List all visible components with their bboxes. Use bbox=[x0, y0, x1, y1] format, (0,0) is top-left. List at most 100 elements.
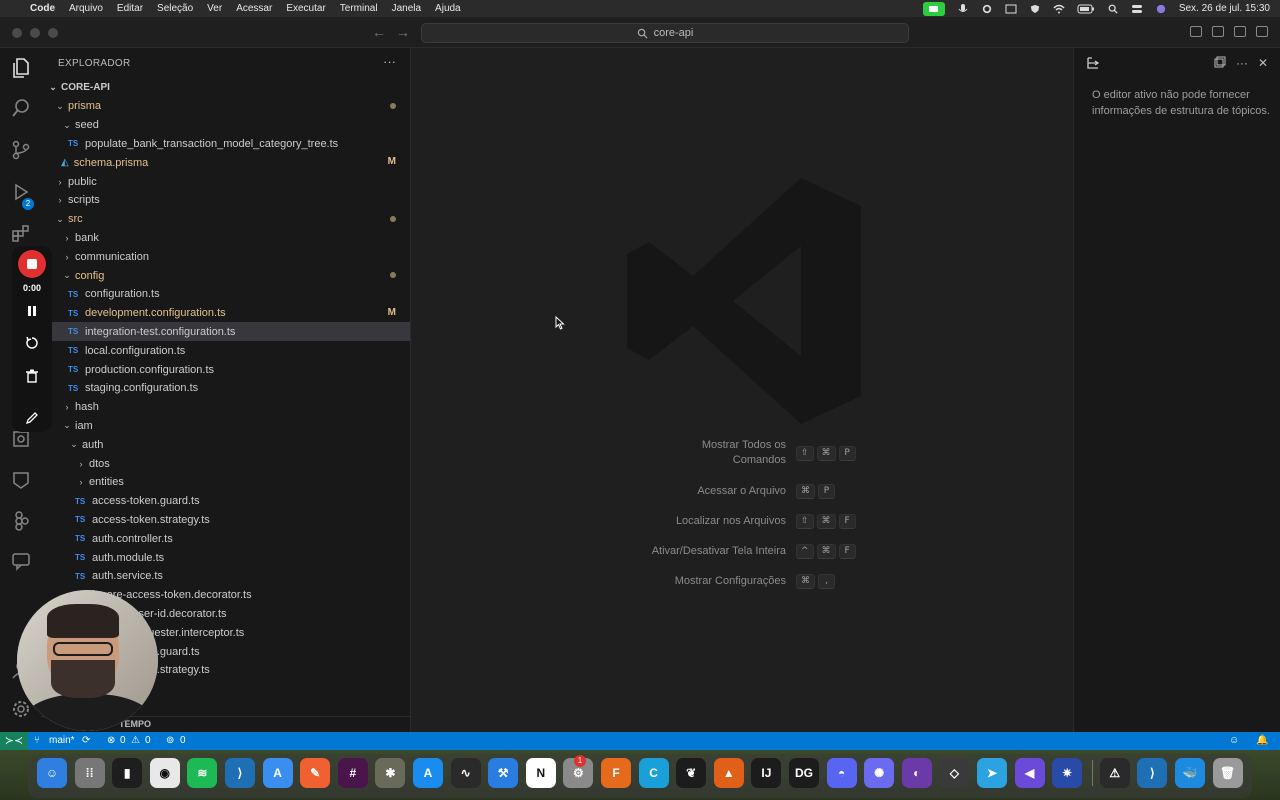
zoom-window-button[interactable] bbox=[48, 28, 58, 38]
tree-file[interactable]: TS production.configuration.ts bbox=[41, 360, 410, 379]
spotify-icon[interactable]: ≋ bbox=[187, 758, 218, 788]
app-flower-icon[interactable]: ✺ bbox=[864, 758, 895, 788]
remote-indicator-icon[interactable]: ≻≺ bbox=[0, 732, 28, 750]
pencil-app-icon[interactable]: ✎ bbox=[300, 758, 331, 788]
tree-file[interactable]: TS development.configuration.ts M bbox=[41, 304, 410, 323]
search-icon[interactable] bbox=[10, 97, 32, 119]
figma-icon[interactable] bbox=[10, 510, 32, 532]
tree-file[interactable]: TS local.configuration.ts bbox=[41, 341, 410, 360]
restart-icon[interactable] bbox=[23, 334, 41, 352]
sync-icon[interactable]: ⟳ bbox=[82, 735, 90, 746]
vscode-2-icon[interactable]: ⟩ bbox=[1137, 758, 1168, 788]
trash-icon[interactable]: 🗑 bbox=[1212, 758, 1243, 788]
warnings-icon[interactable]: ⚠ bbox=[131, 735, 140, 746]
screen-icon[interactable] bbox=[1005, 4, 1017, 14]
tree-file[interactable]: TS access-token.guard.ts bbox=[41, 492, 410, 511]
menu-ajuda[interactable]: Ajuda bbox=[435, 3, 461, 14]
tree-file[interactable]: TS auth.module.ts bbox=[41, 548, 410, 567]
close-window-button[interactable] bbox=[12, 28, 22, 38]
menu-janela[interactable]: Janela bbox=[392, 3, 421, 14]
intellij-icon[interactable]: IJ bbox=[751, 758, 782, 788]
tree-file[interactable]: TS integration-test.configuration.ts bbox=[41, 322, 410, 342]
menu-editar[interactable]: Editar bbox=[117, 3, 143, 14]
pause-icon[interactable] bbox=[23, 302, 41, 320]
menu-acessar[interactable]: Acessar bbox=[236, 3, 272, 14]
siri-icon[interactable] bbox=[1155, 4, 1167, 14]
f360-icon[interactable]: F bbox=[601, 758, 631, 788]
vscode-1-icon[interactable]: ⟩ bbox=[225, 758, 255, 788]
toggle-primary-sidebar-icon[interactable] bbox=[1190, 26, 1202, 37]
close-panel-icon[interactable]: ✕ bbox=[1258, 56, 1268, 70]
toggle-secondary-sidebar-icon[interactable] bbox=[1234, 26, 1246, 37]
menu-terminal[interactable]: Terminal bbox=[340, 3, 378, 14]
tree-folder[interactable]: ⌄ prisma bbox=[41, 97, 410, 116]
app-circle-icon[interactable]: ◐ bbox=[901, 758, 932, 788]
tree-folder[interactable]: › communication bbox=[41, 247, 410, 266]
docker-icon[interactable]: 🐳 bbox=[1175, 758, 1205, 788]
tree-file[interactable]: TS auth.controller.ts bbox=[41, 529, 410, 548]
tree-file[interactable]: TS configuration.ts bbox=[41, 285, 410, 304]
forward-arrow-icon[interactable]: → bbox=[396, 24, 410, 40]
arc-icon[interactable]: A bbox=[262, 758, 293, 788]
menu-arquivo[interactable]: Arquivo bbox=[69, 3, 103, 14]
source-control-icon[interactable] bbox=[10, 139, 32, 161]
matlab-icon[interactable]: ▲ bbox=[713, 758, 744, 788]
tree-folder[interactable]: ⌄ config bbox=[41, 266, 410, 285]
xcode-icon[interactable]: ⚒ bbox=[488, 758, 519, 788]
gear-icon[interactable] bbox=[981, 4, 993, 14]
tree-folder[interactable]: › hash bbox=[41, 398, 410, 417]
wifi-icon[interactable] bbox=[1053, 4, 1065, 14]
slack-icon[interactable]: # bbox=[337, 758, 368, 788]
branch-name[interactable]: main* bbox=[49, 735, 75, 746]
facetime-icon[interactable] bbox=[922, 1, 945, 16]
search-icon[interactable] bbox=[1107, 4, 1119, 14]
menu-app-name[interactable]: Code bbox=[30, 3, 55, 14]
outline-icon[interactable] bbox=[1086, 56, 1100, 70]
tree-file[interactable]: TS access-token.strategy.ts bbox=[41, 510, 410, 529]
console-icon[interactable]: ⚠ bbox=[1099, 758, 1130, 788]
app-hex-icon[interactable]: ✷ bbox=[1052, 758, 1083, 788]
tree-folder[interactable]: ⌄ seed bbox=[41, 116, 410, 135]
chrome-icon[interactable]: ◉ bbox=[149, 758, 180, 788]
tree-file[interactable]: TS populate_bank_transaction_model_catego… bbox=[41, 134, 410, 153]
ports-count[interactable]: 0 bbox=[180, 735, 186, 746]
tree-file[interactable]: ◭ schema.prisma M bbox=[41, 153, 410, 172]
shield-icon[interactable] bbox=[1029, 4, 1041, 14]
stop-recording-button[interactable] bbox=[18, 250, 46, 278]
more-actions-icon[interactable]: ··· bbox=[383, 54, 396, 69]
command-center-search[interactable]: core-api bbox=[421, 23, 909, 43]
discord-icon[interactable]: ◓ bbox=[826, 758, 857, 788]
unity-icon[interactable]: ◇ bbox=[939, 758, 970, 788]
tree-folder[interactable]: ⌄ auth bbox=[41, 435, 410, 454]
back-arrow-icon[interactable]: ← bbox=[372, 24, 386, 40]
terminal-app-icon[interactable]: ▮ bbox=[112, 758, 143, 788]
notifications-bell-icon[interactable]: 🔔 bbox=[1256, 735, 1268, 746]
errors-count[interactable]: 0 bbox=[120, 735, 126, 746]
app-c-icon[interactable]: C bbox=[638, 758, 669, 788]
warnings-count[interactable]: 0 bbox=[145, 735, 151, 746]
minimize-window-button[interactable] bbox=[30, 28, 40, 38]
editor-empty-area[interactable]: Mostrar Todos os Comandos ⇧ ⌘ P Acessar o Ar… bbox=[411, 48, 1073, 732]
notion-icon[interactable]: N bbox=[525, 758, 556, 788]
tree-folder[interactable]: › scripts bbox=[41, 191, 410, 210]
tree-folder[interactable]: › bank bbox=[41, 228, 410, 247]
activity-monitor-icon[interactable]: ∿ bbox=[450, 758, 481, 788]
extensions-icon[interactable] bbox=[10, 222, 32, 244]
trash-icon[interactable] bbox=[23, 367, 41, 385]
errors-icon[interactable]: ⊗ bbox=[107, 735, 115, 746]
customize-layout-icon[interactable] bbox=[1256, 26, 1268, 37]
tree-folder[interactable]: › dtos bbox=[41, 454, 410, 473]
battery-icon[interactable] bbox=[1077, 4, 1095, 14]
menu-selecao[interactable]: Seleção bbox=[157, 3, 193, 14]
tree-folder[interactable]: › public bbox=[41, 172, 410, 191]
menu-executar[interactable]: Executar bbox=[286, 3, 325, 14]
testing-icon[interactable] bbox=[10, 469, 32, 491]
menu-ver[interactable]: Ver bbox=[207, 3, 222, 14]
move-view-icon[interactable] bbox=[1214, 56, 1226, 68]
branch-icon[interactable]: ⑂ bbox=[34, 735, 40, 746]
pen-annotate-icon[interactable] bbox=[23, 409, 41, 427]
tree-folder[interactable]: › entities bbox=[41, 473, 410, 492]
ports-icon[interactable]: ⊚ bbox=[166, 735, 174, 746]
tree-folder[interactable]: ⌄ src bbox=[41, 210, 410, 229]
datagrip-icon[interactable]: DG bbox=[789, 758, 819, 788]
